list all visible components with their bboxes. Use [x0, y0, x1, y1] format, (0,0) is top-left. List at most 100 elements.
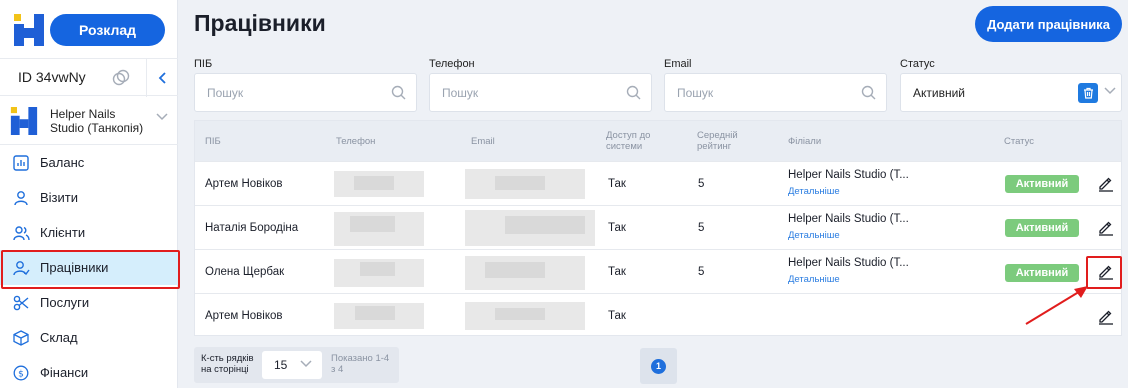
redacted-email-detail: [505, 216, 585, 234]
table-row[interactable]: Наталія Бородіна Так 5 Helper Nails Stud…: [195, 205, 1121, 249]
filter-name-label: ПІБ: [194, 58, 213, 70]
sidebar-item-label: Візити: [40, 190, 78, 205]
table-header: ПІБ Телефон Email Доступ до системи Сере…: [195, 121, 1121, 161]
chart-icon: [12, 154, 30, 172]
details-link[interactable]: Детальніше: [788, 274, 840, 285]
redacted-email-detail: [495, 176, 545, 190]
sidebar-item-staff[interactable]: Працівники: [0, 250, 180, 289]
rows-per-page-panel: К-сть рядків на сторінці 15 Показано 1-4…: [194, 347, 399, 383]
clear-status-button[interactable]: [1078, 83, 1098, 103]
filter-email-label: Email: [664, 58, 692, 70]
sidebar-item-label: Фінанси: [40, 365, 89, 380]
edit-pencil-icon[interactable]: [1097, 218, 1115, 236]
edit-pencil-icon[interactable]: [1097, 174, 1115, 192]
employee-name: Артем Новіков: [205, 310, 283, 322]
column-header-status[interactable]: Статус: [1004, 121, 1034, 161]
access-value: Так: [608, 222, 626, 234]
studio-logo: [10, 107, 38, 135]
sidebar-item-label: Працівники: [40, 260, 109, 275]
chevron-left-icon: [158, 72, 166, 84]
chevron-down-icon: [156, 113, 168, 121]
sidebar-item-balance[interactable]: Баланс: [0, 145, 178, 180]
add-employee-button[interactable]: Додати працівника: [975, 6, 1122, 42]
page-button[interactable]: 1: [640, 348, 677, 384]
name-search-field[interactable]: [194, 73, 417, 112]
sidebar-item-label: Клієнти: [40, 225, 86, 240]
redacted-phone-detail: [354, 176, 394, 190]
column-header-phone[interactable]: Телефон: [336, 121, 375, 161]
table-row[interactable]: Артем Новіков Так: [195, 293, 1121, 337]
phone-search-input[interactable]: [430, 74, 607, 111]
status-badge: Активний: [1005, 219, 1079, 237]
redacted-phone-detail: [350, 216, 395, 232]
employee-name: Наталія Бородіна: [205, 222, 299, 234]
column-header-name[interactable]: ПІБ: [205, 121, 221, 161]
trash-icon: [1083, 87, 1093, 99]
column-header-branches[interactable]: Філіали: [788, 121, 821, 161]
sidebar-item-finance[interactable]: $ Фінанси: [0, 355, 178, 388]
table-row[interactable]: Олена Щербак Так 5 Helper Nails Studio (…: [195, 249, 1121, 293]
access-value: Так: [608, 266, 626, 278]
redacted-email-detail: [485, 262, 545, 278]
sidebar-item-clients[interactable]: Клієнти: [0, 215, 178, 250]
filter-status-label: Статус: [900, 58, 935, 70]
name-search-input[interactable]: [195, 74, 372, 111]
redacted-phone-detail: [360, 262, 395, 276]
account-id-row: ID 34vwNy: [0, 58, 178, 97]
shown-count: Показано 1-4 з 4: [331, 353, 390, 375]
branch-name: Helper Nails Studio (Т...: [788, 257, 909, 269]
schedule-button[interactable]: Розклад: [50, 14, 165, 46]
column-header-email[interactable]: Email: [471, 121, 495, 161]
status-select[interactable]: Активний: [900, 73, 1122, 112]
collapse-sidebar-button[interactable]: [146, 59, 178, 97]
search-icon: [391, 85, 406, 100]
phone-search-field[interactable]: [429, 73, 652, 112]
sidebar-item-services[interactable]: Послуги: [0, 285, 178, 320]
rating-value: 5: [698, 178, 705, 190]
sidebar-nav: Баланс Візити Клієнти Працівники Послуги: [0, 145, 180, 388]
studio-name: Helper Nails Studio (Танкопія): [50, 107, 144, 135]
rating-value: 5: [698, 266, 705, 278]
scissors-icon: [12, 294, 30, 312]
email-search-field[interactable]: [664, 73, 887, 112]
status-badge: Активний: [1005, 264, 1079, 282]
branch-name: Helper Nails Studio (Т...: [788, 169, 909, 181]
page-title: Працівники: [194, 10, 326, 36]
account-id: ID 34vwNy: [18, 69, 86, 85]
edit-pencil-icon[interactable]: [1097, 307, 1115, 325]
email-search-input[interactable]: [665, 74, 842, 111]
user-icon: [12, 189, 30, 207]
access-value: Так: [608, 178, 626, 190]
employees-table: ПІБ Телефон Email Доступ до системи Сере…: [194, 120, 1122, 336]
sidebar-item-label: Склад: [40, 330, 78, 345]
sidebar-item-visits[interactable]: Візити: [0, 180, 178, 215]
studio-selector[interactable]: Helper Nails Studio (Танкопія): [0, 97, 178, 145]
copy-icon[interactable]: [112, 69, 130, 87]
rows-per-page-value: 15: [274, 358, 288, 372]
chevron-down-icon[interactable]: [1104, 87, 1116, 95]
sidebar-item-warehouse[interactable]: Склад: [0, 320, 178, 355]
employee-name: Артем Новіков: [205, 178, 283, 190]
details-link[interactable]: Детальніше: [788, 230, 840, 241]
redacted-email-detail: [495, 308, 545, 320]
access-value: Так: [608, 310, 626, 322]
table-row[interactable]: Артем Новіков Так 5 Helper Nails Studio …: [195, 161, 1121, 205]
search-icon: [861, 85, 876, 100]
employee-name: Олена Щербак: [205, 266, 285, 278]
current-page: 1: [651, 358, 666, 374]
sidebar: Розклад ID 34vwNy Helper Nails Studio (Т…: [0, 0, 180, 388]
sidebar-item-label: Послуги: [40, 295, 90, 310]
users-icon: [12, 224, 30, 242]
status-select-value: Активний: [913, 86, 965, 100]
details-link[interactable]: Детальніше: [788, 186, 840, 197]
app-logo[interactable]: [14, 14, 44, 46]
status-badge: Активний: [1005, 175, 1079, 193]
column-header-rating[interactable]: Середній рейтинг: [697, 121, 757, 161]
rows-per-page-select[interactable]: 15: [262, 351, 322, 379]
sidebar-item-label: Баланс: [40, 155, 85, 170]
branch-name: Helper Nails Studio (Т...: [788, 213, 909, 225]
redacted-phone-detail: [355, 306, 395, 320]
rating-value: 5: [698, 222, 705, 234]
column-header-access[interactable]: Доступ до системи: [606, 121, 676, 161]
svg-text:$: $: [18, 369, 24, 379]
